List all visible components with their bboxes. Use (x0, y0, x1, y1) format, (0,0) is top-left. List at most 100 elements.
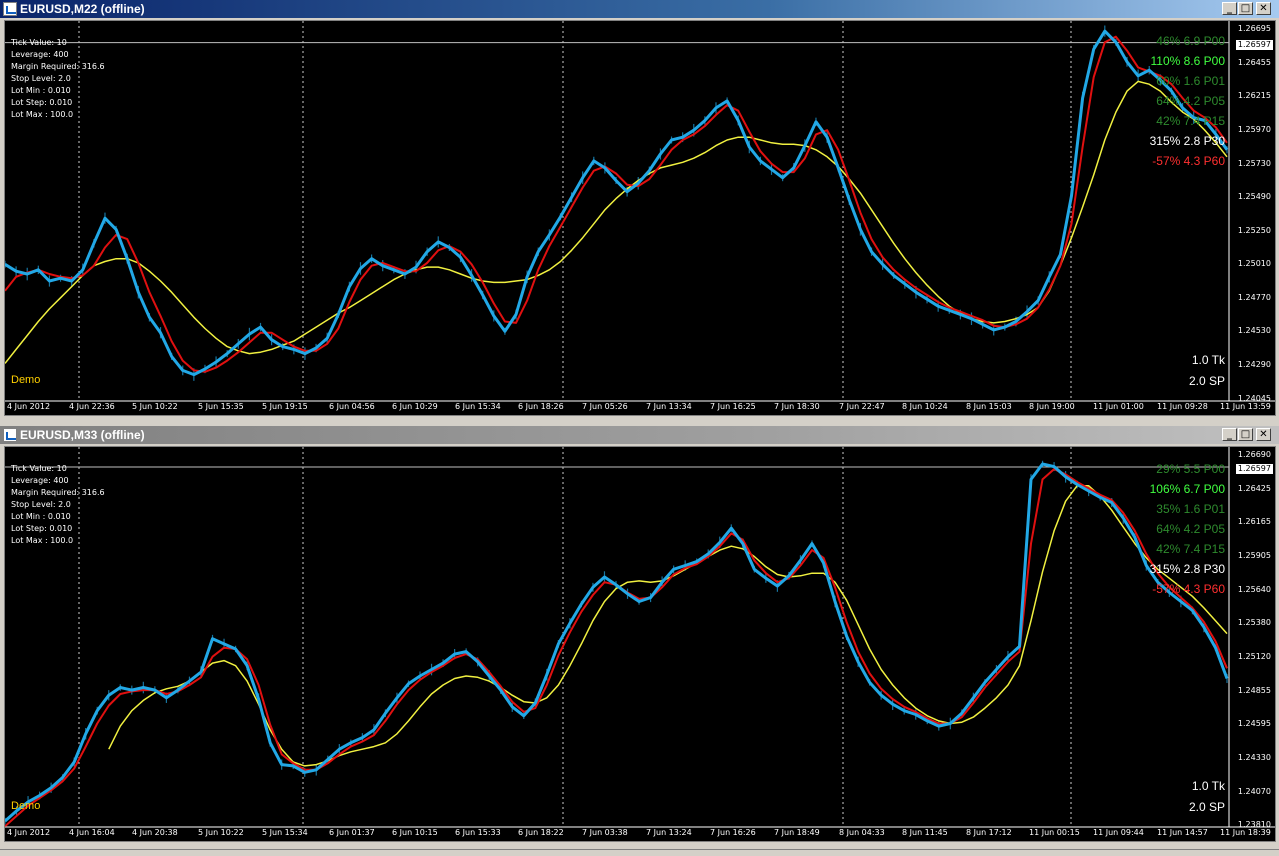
price-tick-label: 1.25380 (1237, 618, 1271, 628)
time-tick-label: 7 Jun 18:30 (774, 402, 820, 411)
spread-label: 2.0 SP (1188, 374, 1225, 388)
time-tick-label: 7 Jun 13:24 (646, 828, 692, 837)
stat-line: -57% 4.3 P60 (1152, 154, 1225, 168)
tick-size-label: 1.0 Tk (1191, 779, 1225, 793)
info-lot-min: Lot Min : 0.010 (11, 512, 71, 521)
info-margin-required: Margin Required: 316.6 (11, 62, 105, 71)
time-tick-label: 6 Jun 18:26 (518, 402, 564, 411)
stat-line: 29% 5.5 P00 (1156, 462, 1225, 476)
time-tick-label: 8 Jun 04:33 (839, 828, 885, 837)
window-title: EURUSD,M33 (offline) (20, 428, 145, 442)
time-tick-label: 5 Jun 10:22 (132, 402, 178, 411)
time-tick-label: 6 Jun 01:37 (329, 828, 375, 837)
info-margin-required: Margin Required: 316.6 (11, 488, 105, 497)
chart-canvas (5, 21, 1275, 402)
info-lot-min: Lot Min : 0.010 (11, 86, 71, 95)
stat-line: 315% 2.8 P30 (1149, 562, 1225, 576)
price-chart[interactable]: Tick Value: 10 Leverage: 400 Margin Requ… (4, 20, 1276, 416)
price-tick-label: 1.26425 (1237, 484, 1271, 494)
window-title: EURUSD,M22 (offline) (20, 2, 145, 16)
chart-window-icon (3, 2, 17, 16)
time-tick-label: 8 Jun 10:24 (902, 402, 948, 411)
time-tick-label: 4 Jun 20:38 (132, 828, 178, 837)
current-price-box: 1.26597 (1235, 40, 1273, 50)
price-tick-label: 1.26455 (1237, 57, 1271, 67)
price-line (5, 462, 1229, 823)
minimize-button[interactable]: _ (1222, 2, 1237, 15)
time-tick-label: 5 Jun 15:34 (262, 828, 308, 837)
time-tick-label: 11 Jun 09:44 (1093, 828, 1144, 837)
time-tick-label: 6 Jun 15:33 (455, 828, 501, 837)
maximize-button[interactable]: □ (1238, 2, 1253, 15)
time-tick-label: 7 Jun 22:47 (839, 402, 885, 411)
stat-line: 60% 1.6 P01 (1156, 74, 1225, 88)
time-tick-label: 11 Jun 01:00 (1093, 402, 1144, 411)
info-leverage: Leverage: 400 (11, 476, 69, 485)
price-chart[interactable]: Tick Value: 10 Leverage: 400 Margin Requ… (4, 446, 1276, 842)
info-tick-value: Tick Value: 10 (11, 464, 67, 473)
stat-line: 35% 1.6 P01 (1156, 502, 1225, 516)
time-tick-label: 7 Jun 03:38 (582, 828, 628, 837)
price-tick-label: 1.24530 (1237, 326, 1271, 336)
stat-line: 42% 7.4 P15 (1156, 542, 1225, 556)
info-lot-max: Lot Max : 100.0 (11, 536, 74, 545)
time-tick-label: 4 Jun 22:36 (69, 402, 115, 411)
title-bar[interactable]: EURUSD,M33 (offline) _ □ ✕ (0, 426, 1279, 444)
chart-window-m22[interactable]: EURUSD,M22 (offline) _ □ ✕ Tick Value: 1… (0, 0, 1279, 424)
time-tick-label: 4 Jun 2012 (7, 402, 51, 411)
account-type-label: Demo (11, 800, 41, 812)
slow-ma-line (108, 485, 1228, 767)
time-axis[interactable]: 4 Jun 2012 4 Jun 22:36 5 Jun 10:22 5 Jun 15… (5, 402, 1271, 415)
time-tick-label: 6 Jun 10:29 (392, 402, 438, 411)
price-axis[interactable]: 1.26695 1.26455 1.26215 1.25970 1.25730 1.254… (1229, 21, 1275, 415)
symbol-info-panel: Tick Value: 10 Leverage: 400 Margin Requ… (11, 37, 105, 121)
price-tick-label: 1.24770 (1237, 292, 1271, 302)
spread-label: 2.0 SP (1188, 800, 1225, 814)
price-tick-label: 1.25730 (1237, 158, 1271, 168)
fast-ma-line (5, 468, 1228, 828)
time-tick-label: 11 Jun 14:57 (1157, 828, 1208, 837)
info-stop-level: Stop Level: 2.0 (11, 500, 71, 509)
price-tick-label: 1.24330 (1237, 753, 1271, 763)
time-tick-label: 11 Jun 18:39 (1220, 828, 1271, 837)
info-leverage: Leverage: 400 (11, 50, 69, 59)
stat-line: -57% 4.3 P60 (1152, 582, 1225, 596)
symbol-info-panel: Tick Value: 10 Leverage: 400 Margin Requ… (11, 463, 105, 547)
info-stop-level: Stop Level: 2.0 (11, 74, 71, 83)
time-tick-label: 7 Jun 16:25 (710, 402, 756, 411)
price-tick-label: 1.24855 (1237, 685, 1271, 695)
time-axis[interactable]: 4 Jun 2012 4 Jun 16:04 4 Jun 20:38 5 Jun 10… (5, 828, 1271, 841)
price-tick-label: 1.25250 (1237, 225, 1271, 235)
minimize-button[interactable]: _ (1222, 428, 1237, 441)
stat-line: 106% 6.7 P00 (1149, 482, 1225, 496)
info-lot-max: Lot Max : 100.0 (11, 110, 74, 119)
maximize-button[interactable]: □ (1238, 428, 1253, 441)
stat-line: 315% 2.8 P30 (1149, 134, 1225, 148)
price-line (5, 29, 1229, 377)
title-bar[interactable]: EURUSD,M22 (offline) _ □ ✕ (0, 0, 1279, 18)
stat-line: 42% 7.4 P15 (1156, 114, 1225, 128)
time-tick-label: 6 Jun 10:15 (392, 828, 438, 837)
time-tick-label: 11 Jun 09:28 (1157, 402, 1208, 411)
time-tick-label: 8 Jun 19:00 (1029, 402, 1075, 411)
time-tick-label: 7 Jun 05:26 (582, 402, 628, 411)
fast-ma-line (5, 35, 1228, 373)
price-tick-label: 1.26690 (1237, 450, 1271, 459)
time-tick-label: 4 Jun 2012 (7, 828, 51, 837)
time-tick-label: 6 Jun 04:56 (329, 402, 375, 411)
current-price-box: 1.26597 (1235, 464, 1273, 474)
price-tick-label: 1.24070 (1237, 786, 1271, 796)
chart-window-m33[interactable]: EURUSD,M33 (offline) _ □ ✕ Tick Value: 1… (0, 426, 1279, 850)
time-tick-label: 6 Jun 15:34 (455, 402, 501, 411)
time-tick-label: 11 Jun 13:59 (1220, 402, 1271, 411)
time-tick-label: 7 Jun 18:49 (774, 828, 820, 837)
price-tick-label: 1.25905 (1237, 550, 1271, 560)
price-tick-label: 1.24290 (1237, 359, 1271, 369)
close-button[interactable]: ✕ (1256, 428, 1271, 441)
close-button[interactable]: ✕ (1256, 2, 1271, 15)
info-tick-value: Tick Value: 10 (11, 38, 67, 47)
chart-canvas (5, 447, 1275, 828)
price-axis[interactable]: 1.26690 1.26425 1.26165 1.25905 1.25640 1.253… (1229, 447, 1275, 841)
account-type-label: Demo (11, 374, 41, 386)
time-tick-label: 8 Jun 15:03 (966, 402, 1012, 411)
